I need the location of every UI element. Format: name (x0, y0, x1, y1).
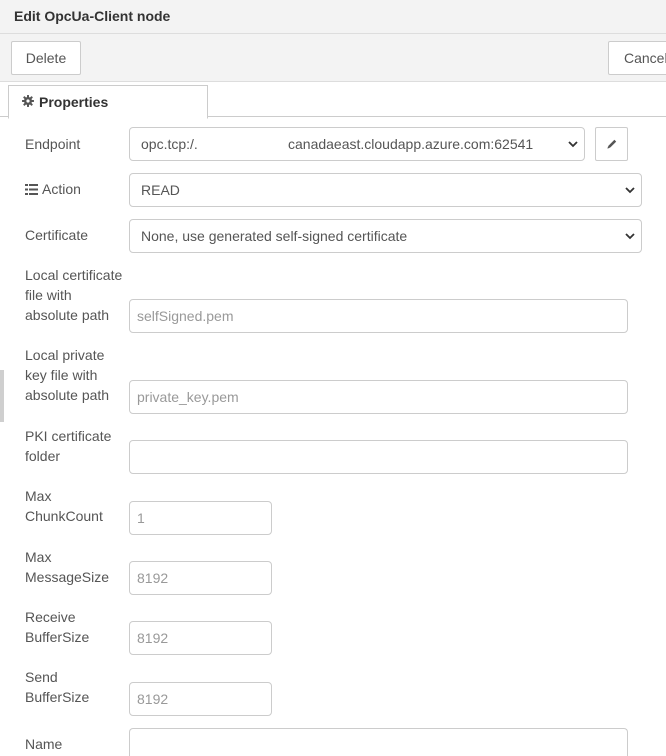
send-buffersize-label: Send BufferSize (25, 669, 90, 705)
dialog-title: Edit OpcUa-Client node (14, 8, 171, 24)
endpoint-value-prefix: opc.tcp:/. (141, 136, 198, 152)
action-label-text: Action (42, 181, 81, 197)
gear-icon (22, 94, 39, 110)
dialog-toolbar (0, 34, 666, 82)
max-chunkcount-label: Max ChunkCount (25, 488, 103, 524)
name-input[interactable] (129, 728, 628, 756)
max-chunkcount-input[interactable]: 1 (129, 501, 272, 535)
resize-handle[interactable] (0, 370, 4, 422)
cancel-button[interactable]: Cancel (608, 41, 666, 75)
send-buffersize-input[interactable]: 8192 (129, 682, 272, 716)
pki-folder-label: PKI certificate folder (25, 428, 112, 464)
list-icon (25, 183, 38, 195)
certificate-value: None, use generated self-signed certific… (141, 228, 408, 244)
local-private-key-label: Local private key file with absolute pat… (25, 347, 110, 403)
action-value: READ (141, 182, 180, 198)
delete-button[interactable]: Delete (11, 41, 81, 75)
dialog-title-bar: Edit OpcUa-Client node (0, 0, 666, 34)
edit-endpoint-button[interactable] (595, 127, 628, 161)
name-label: Name (25, 736, 63, 752)
receive-buffersize-input[interactable]: 8192 (129, 621, 272, 655)
max-messagesize-input[interactable]: 8192 (129, 561, 272, 595)
receive-buffersize-label: Receive BufferSize (25, 609, 90, 645)
tab-properties[interactable]: Properties (8, 85, 208, 119)
chevron-down-icon (625, 233, 635, 240)
pki-folder-input[interactable] (129, 440, 628, 474)
endpoint-value-host: canadaeast.cloudapp.azure.com:62541 (288, 136, 534, 152)
certificate-label: Certificate (25, 227, 89, 243)
action-label: Action (25, 179, 130, 199)
certificate-select[interactable]: None, use generated self-signed certific… (129, 219, 642, 253)
action-select[interactable]: READ (129, 173, 642, 207)
pencil-icon (606, 139, 616, 149)
endpoint-label: Endpoint (25, 136, 81, 152)
local-certificate-label: Local certificate file with absolute pat… (25, 267, 123, 323)
chevron-down-icon (625, 187, 635, 194)
local-private-key-input[interactable]: private_key.pem (129, 380, 628, 414)
max-messagesize-label: Max MessageSize (25, 549, 110, 585)
local-certificate-input[interactable]: selfSigned.pem (129, 299, 628, 333)
tab-label: Properties (39, 94, 109, 110)
chevron-down-icon (568, 141, 578, 148)
endpoint-select[interactable]: opc.tcp:/. canadaeast.cloudapp.azure.com… (129, 127, 585, 161)
